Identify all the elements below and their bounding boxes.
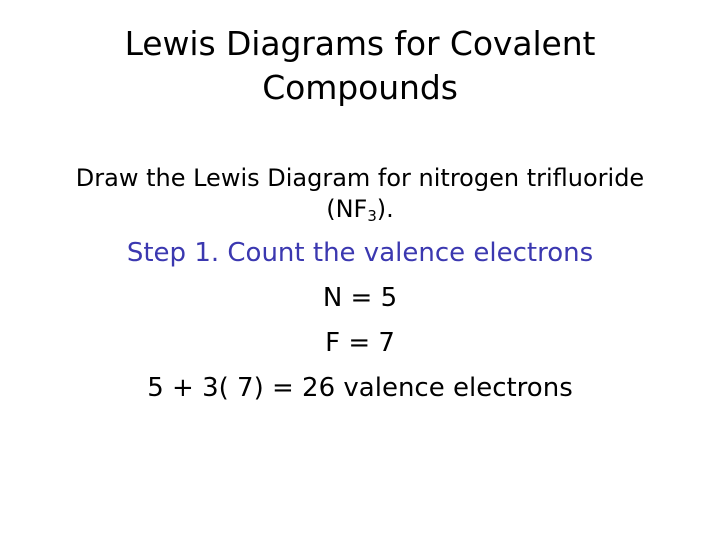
page-title: Lewis Diagrams for Covalent Compounds xyxy=(50,22,670,110)
page-title-line-1: Lewis Diagrams for Covalent xyxy=(124,24,596,63)
calc-line-nitrogen: N = 5 xyxy=(322,283,398,313)
step-heading: Step 1. Count the valence electrons xyxy=(126,238,594,268)
slide-canvas: Lewis Diagrams for Covalent Compounds Dr… xyxy=(0,0,720,540)
slide-body: Draw the Lewis Diagram for nitrogen trif… xyxy=(24,163,696,411)
page-title-line-2: Compounds xyxy=(262,68,458,107)
calc-line-fluorine: F = 7 xyxy=(325,328,395,358)
prompt-text-part-1: Draw the Lewis Diagram for nitrogen trif… xyxy=(75,164,645,223)
prompt-text-part-2: ). xyxy=(376,195,394,223)
formula-subscript: 3 xyxy=(367,207,377,226)
prompt-paragraph: Draw the Lewis Diagram for nitrogen trif… xyxy=(24,163,696,228)
calc-line-total: 5 + 3( 7) = 26 valence electrons xyxy=(147,373,573,403)
